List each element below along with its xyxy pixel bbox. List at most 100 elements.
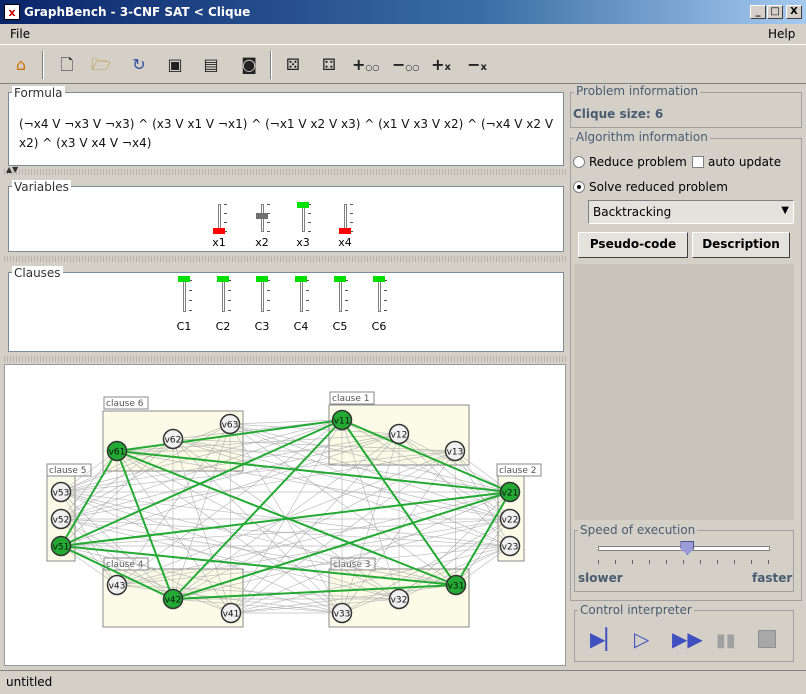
close-button[interactable]: X (786, 5, 802, 19)
algorithm-select[interactable]: Backtracking ▼ (588, 200, 794, 224)
splitter[interactable]: ▲▼ (4, 165, 566, 175)
save-as-icon[interactable]: ▤ (198, 52, 224, 78)
splitter[interactable] (4, 256, 566, 262)
graph-canvas[interactable]: clause 1clause 2clause 3clause 4clause 5… (5, 365, 565, 665)
variable-slider-track[interactable] (302, 204, 305, 232)
control-title: Control interpreter (578, 603, 694, 617)
clause-slider-thumb[interactable] (334, 276, 346, 282)
left-column: (¬x4 V ¬x3 V ¬x3) ^ (x3 V x1 V ¬x1) ^ (¬… (4, 86, 566, 668)
speed-tick (598, 560, 599, 564)
solve-reduced-radio[interactable] (573, 181, 585, 193)
open-folder-icon[interactable]: 🗁 (88, 52, 114, 78)
graph-vertex-label: v33 (334, 610, 351, 620)
fast-forward-icon[interactable]: ▶▶ (672, 627, 703, 651)
slider-tick (228, 290, 231, 291)
slider-tick (308, 231, 311, 232)
clauses-sliders: C1 C2 C3 C4 C5 C6 (4, 272, 566, 352)
new-file-icon[interactable]: 🗋 (54, 52, 80, 78)
vertex-pair-glyph: ○○ (365, 63, 380, 72)
variable-slider-thumb[interactable] (339, 228, 351, 234)
speed-tick (768, 560, 769, 564)
clause-slider-track[interactable] (183, 278, 186, 312)
camera-icon[interactable]: ◙ (236, 52, 262, 78)
stop-icon[interactable] (758, 630, 776, 648)
speed-title: Speed of execution (578, 523, 698, 537)
slider-tick (189, 290, 192, 291)
home-icon[interactable]: ⌂ (8, 52, 34, 78)
slider-tick (189, 310, 192, 311)
clause-slider-thumb[interactable] (217, 276, 229, 282)
slider-tick (384, 300, 387, 301)
variable-slider-thumb[interactable] (256, 213, 268, 219)
graph-vertex-label: v12 (391, 431, 408, 441)
clause-slider-track[interactable] (339, 278, 342, 312)
clause-box-label: clause 2 (499, 466, 536, 476)
menu-help[interactable]: Help (768, 27, 795, 41)
slider-tick (350, 204, 353, 205)
clause-slider-thumb[interactable] (256, 276, 268, 282)
algorithm-select-value: Backtracking (593, 205, 672, 219)
graph-vertex-label: v51 (53, 543, 70, 553)
clause-slider-track[interactable] (300, 278, 303, 312)
right-column: Problem information Clique size: 6 Algor… (568, 84, 806, 670)
clique-size: Clique size: 6 (573, 107, 664, 121)
pseudo-code-button[interactable]: Pseudo-code (578, 232, 688, 258)
slider-tick (306, 290, 309, 291)
graph-vertex-label: v32 (391, 596, 408, 606)
clause-slider-track[interactable] (222, 278, 225, 312)
add-vertex-icon[interactable]: +○○ (352, 52, 380, 78)
remove-edge-icon[interactable]: −x (464, 52, 490, 78)
play-icon[interactable]: ▷ (634, 627, 649, 651)
variable-label: x4 (338, 236, 352, 249)
add-edge-icon[interactable]: +x (428, 52, 454, 78)
minimize-button[interactable]: _ (750, 5, 766, 19)
slider-tick (345, 290, 348, 291)
clause-slider-thumb[interactable] (373, 276, 385, 282)
graph-vertex-label: v11 (334, 417, 351, 427)
splitter[interactable] (4, 356, 566, 362)
clause-slider-thumb[interactable] (178, 276, 190, 282)
reload-icon[interactable]: ↻ (126, 52, 152, 78)
variable-label: x1 (212, 236, 226, 249)
toolbar: ⌂ 🗋 🗁 ↻ ▣ ▤ ◙ ⚄ ⚃ +○○ −○○ +x −x (0, 44, 806, 84)
slider-tick (350, 213, 353, 214)
random-die-multi-icon[interactable]: ⚃ (316, 52, 342, 78)
menu-file[interactable]: File (10, 27, 30, 41)
speed-tick (734, 560, 735, 564)
speed-tick (683, 560, 684, 564)
edge-glyph: x (444, 62, 451, 73)
algorithm-info-title: Algorithm information (574, 130, 710, 144)
step-icon[interactable]: ▶▏ (590, 627, 621, 651)
slider-tick (224, 213, 227, 214)
slider-tick (306, 310, 309, 311)
pause-icon[interactable]: ▮▮ (716, 630, 736, 651)
formula-title: Formula (12, 86, 65, 100)
speed-tick (717, 560, 718, 564)
variable-slider-thumb[interactable] (213, 228, 225, 234)
solve-reduced-label: Solve reduced problem (589, 180, 728, 194)
status-bar: untitled (0, 670, 806, 694)
graph-edge (454, 450, 457, 586)
clause-slider-track[interactable] (261, 278, 264, 312)
slider-tick (267, 204, 270, 205)
reduce-problem-radio[interactable] (573, 156, 585, 168)
auto-update-checkbox[interactable] (692, 156, 704, 168)
variables-sliders: x1 x2 x3 x4 (4, 186, 566, 252)
slider-tick (350, 222, 353, 223)
slider-tick (345, 310, 348, 311)
maximize-button[interactable]: □ (767, 5, 783, 19)
slider-tick (267, 231, 270, 232)
save-icon[interactable]: ▣ (162, 52, 188, 78)
slider-tick (267, 222, 270, 223)
graph-vertex-label: v53 (53, 489, 70, 499)
pseudo-code-area (574, 264, 794, 520)
chevron-down-icon: ▼ (781, 205, 789, 216)
variable-slider-thumb[interactable] (297, 202, 309, 208)
clause-slider-thumb[interactable] (295, 276, 307, 282)
random-die-icon[interactable]: ⚄ (280, 52, 306, 78)
clause-slider-track[interactable] (378, 278, 381, 312)
speed-tick (666, 560, 667, 564)
speed-tick (649, 560, 650, 564)
description-button[interactable]: Description (692, 232, 790, 258)
remove-vertex-icon[interactable]: −○○ (392, 52, 419, 78)
